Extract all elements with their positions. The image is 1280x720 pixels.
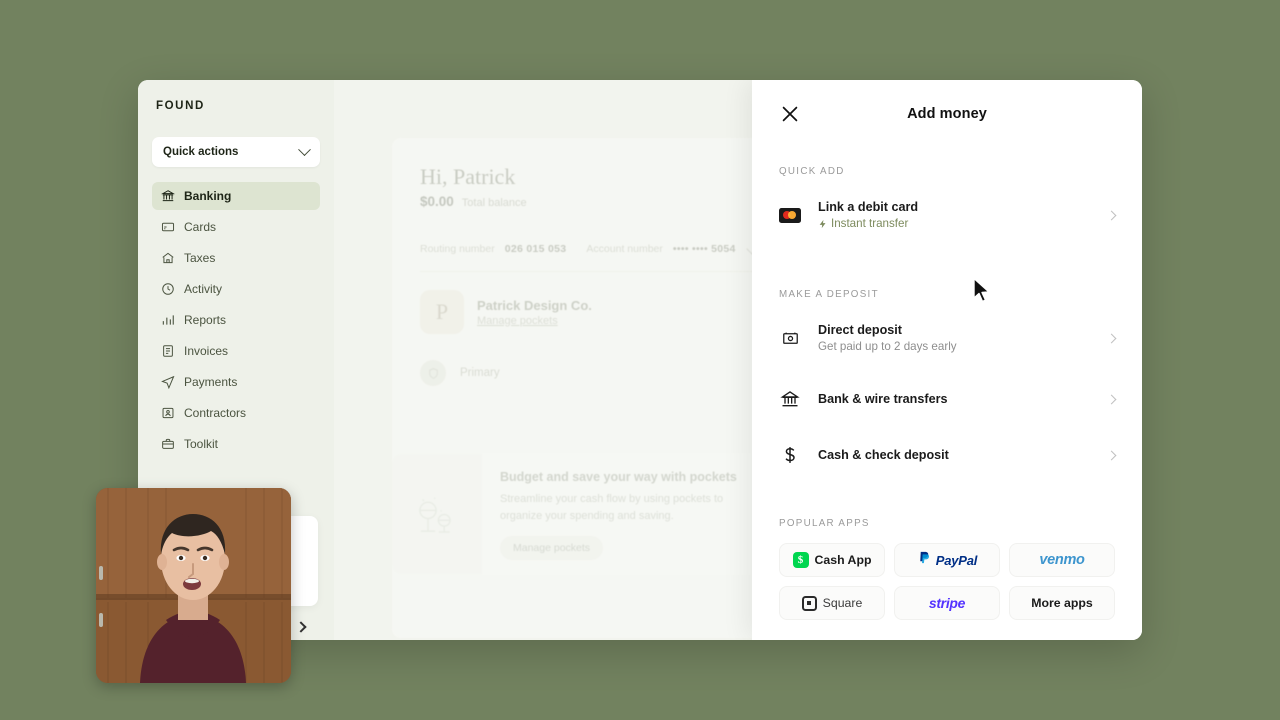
mouse-cursor xyxy=(972,277,992,305)
toolkit-icon xyxy=(161,437,175,451)
dollar-sign-icon xyxy=(779,445,801,465)
shield-icon xyxy=(420,360,446,386)
app-button-more-apps[interactable]: More apps xyxy=(1009,586,1115,620)
cash-check-deposit-row[interactable]: Cash & check deposit xyxy=(779,436,1117,474)
sidebar-item-payments[interactable]: Payments xyxy=(152,368,320,396)
sidebar-item-label: Toolkit xyxy=(184,437,219,451)
chevron-down-icon xyxy=(298,142,311,156)
sidebar-item-toolkit[interactable]: Toolkit xyxy=(152,430,320,458)
app-label: Cash App xyxy=(814,553,872,567)
sidebar-item-taxes[interactable]: Taxes xyxy=(152,244,320,272)
popular-apps-grid: $ Cash App PayPal venmo Square stripe Mo… xyxy=(779,543,1115,620)
instant-transfer-badge: Instant transfer xyxy=(818,217,1091,230)
app-button-venmo[interactable]: venmo xyxy=(1009,543,1115,577)
link-debit-card-row[interactable]: Link a debit card Instant transfer xyxy=(779,191,1117,239)
sidebar-item-label: Banking xyxy=(184,189,232,203)
stripe-icon: stripe xyxy=(928,595,966,611)
send-icon xyxy=(161,375,175,389)
instant-transfer-label: Instant transfer xyxy=(831,217,909,230)
close-icon[interactable] xyxy=(779,103,801,125)
manage-pockets-link[interactable]: Manage pockets xyxy=(477,315,592,327)
sidebar-item-label: Taxes xyxy=(184,251,216,265)
bank-building-icon xyxy=(779,389,801,409)
popular-apps-section-label: POPULAR APPS xyxy=(779,518,870,529)
promo-title: Budget and save your way with pockets xyxy=(500,470,737,484)
link-debit-card-title: Link a debit card xyxy=(818,200,919,214)
deposit-section-label: MAKE A DEPOSIT xyxy=(779,289,879,300)
sidebar-item-label: Contractors xyxy=(184,406,247,420)
sidebar-item-banking[interactable]: Banking xyxy=(152,182,320,210)
direct-deposit-row[interactable]: Direct deposit Get paid up to 2 days ear… xyxy=(779,314,1117,362)
cashapp-icon: $ xyxy=(792,552,809,568)
chevron-right-icon xyxy=(1106,333,1117,343)
pockets-illustration xyxy=(392,454,482,574)
bank-wire-title: Bank & wire transfers xyxy=(818,392,948,406)
app-button-square[interactable]: Square xyxy=(779,586,885,620)
sidebar-item-label: Invoices xyxy=(184,344,229,358)
avatar: P xyxy=(420,290,464,334)
app-button-cash-app[interactable]: $ Cash App xyxy=(779,543,885,577)
sidebar-item-reports[interactable]: Reports xyxy=(152,306,320,334)
account-value: •••• •••• 5054 xyxy=(672,243,736,255)
routing-value: 026 015 053 xyxy=(504,243,567,255)
venmo-icon: venmo xyxy=(1039,552,1085,568)
main-content: Hi, Patrick $0.00 Total balance Routing … xyxy=(334,80,1142,640)
promo-description: Streamline your cash flow by using pocke… xyxy=(500,493,724,523)
sidebar-item-invoices[interactable]: Invoices xyxy=(152,337,320,365)
routing-label: Routing number xyxy=(420,243,495,255)
clock-icon xyxy=(161,282,175,296)
money-bill-icon xyxy=(779,329,801,348)
app-button-stripe[interactable]: stripe xyxy=(894,586,1000,620)
panel-header: Add money xyxy=(779,80,1115,148)
app-label: More apps xyxy=(1031,596,1093,610)
chevron-right-icon xyxy=(1106,210,1117,220)
direct-deposit-subtitle: Get paid up to 2 days early xyxy=(818,340,957,353)
contractor-icon xyxy=(161,406,175,420)
bar-chart-icon xyxy=(161,313,175,327)
invoice-icon xyxy=(161,344,175,358)
quick-actions-label: Quick actions xyxy=(163,146,239,158)
app-label: PayPal xyxy=(935,552,978,568)
app-label: Square xyxy=(822,596,863,610)
debit-card-icon xyxy=(779,207,801,223)
account-label: Account number xyxy=(586,243,663,255)
sidebar-item-cards[interactable]: Cards xyxy=(152,213,320,241)
sidebar-item-label: Cards xyxy=(184,220,217,234)
add-money-panel: Add money QUICK ADD Link a debit card In… xyxy=(752,80,1142,640)
direct-deposit-title: Direct deposit xyxy=(818,323,902,337)
panel-title: Add money xyxy=(907,106,987,122)
bank-icon xyxy=(161,189,175,203)
sidebar-item-label: Reports xyxy=(184,313,227,327)
app-button-paypal[interactable]: PayPal xyxy=(894,543,1000,577)
chevron-right-icon xyxy=(1106,394,1117,404)
square-icon xyxy=(801,595,817,611)
cash-check-title: Cash & check deposit xyxy=(818,448,949,462)
brand-logo: FOUND xyxy=(156,100,205,112)
business-name: Patrick Design Co. xyxy=(477,297,592,313)
card-icon xyxy=(161,220,175,234)
quick-add-section-label: QUICK ADD xyxy=(779,166,845,177)
sidebar-item-contractors[interactable]: Contractors xyxy=(152,399,320,427)
sidebar-item-label: Activity xyxy=(184,282,223,296)
balance-label: Total balance xyxy=(461,197,527,209)
sidebar-item-label: Payments xyxy=(184,375,238,389)
webcam-overlay xyxy=(96,488,291,683)
lightning-icon xyxy=(819,219,826,228)
balance-amount: $0.00 xyxy=(420,194,454,209)
paypal-icon xyxy=(917,550,932,570)
chevron-right-icon xyxy=(1106,450,1117,460)
taxes-icon xyxy=(161,251,175,265)
quick-actions-dropdown[interactable]: Quick actions xyxy=(152,137,320,167)
sidebar-item-activity[interactable]: Activity xyxy=(152,275,320,303)
bank-wire-transfers-row[interactable]: Bank & wire transfers xyxy=(779,380,1117,418)
manage-pockets-button[interactable]: Manage pockets xyxy=(500,536,604,561)
